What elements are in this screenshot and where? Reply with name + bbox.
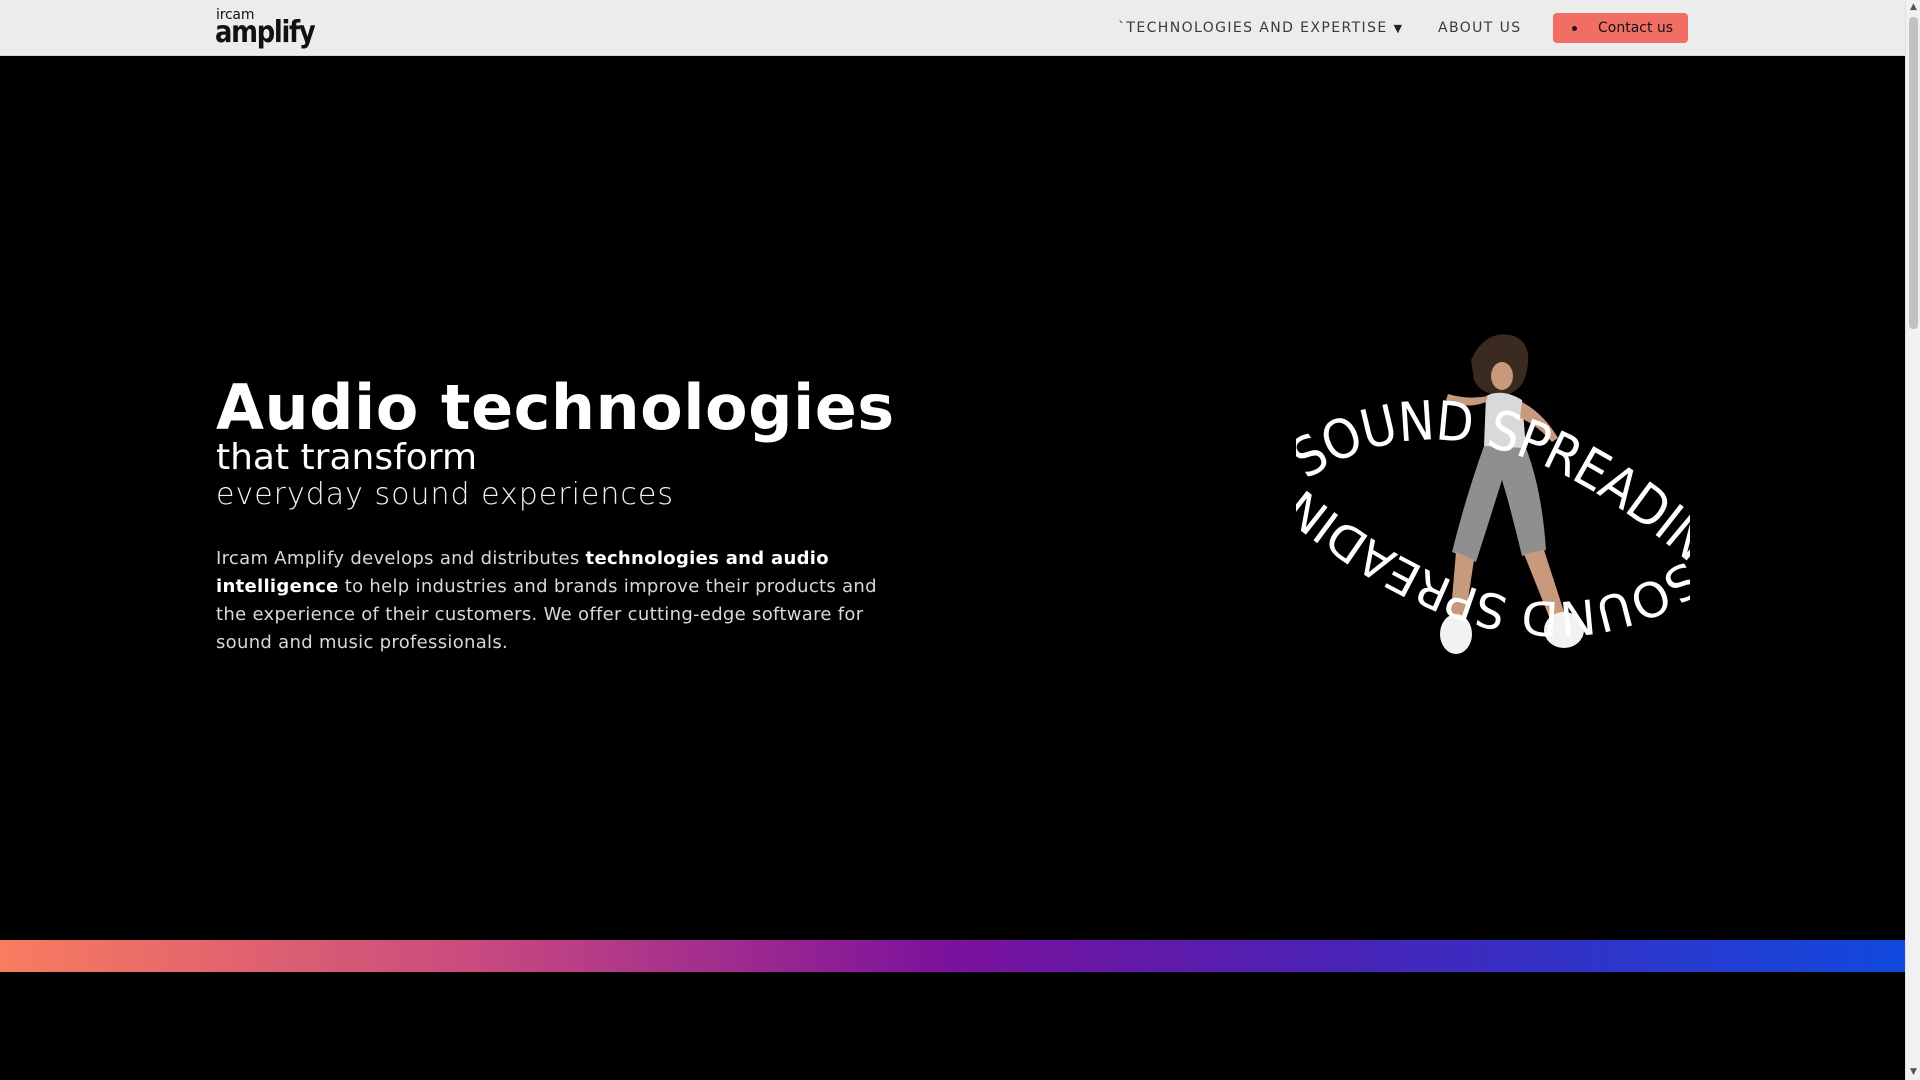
hero-title: Audio technologies (216, 371, 895, 444)
nav-about-us[interactable]: ABOUT US (1438, 0, 1522, 56)
site-header: ircam amplify `TECHNOLOGIES AND EXPERTIS… (0, 0, 1905, 56)
contact-us-label: Contact us (1598, 20, 1674, 36)
hero-desc-part1: Ircam Amplify develops and distributes (216, 548, 586, 569)
hero-description: Ircam Amplify develops and distributes t… (216, 545, 896, 657)
dot-icon (1572, 25, 1577, 31)
nav-technologies-expertise[interactable]: `TECHNOLOGIES AND EXPERTISE ▼ (1118, 0, 1402, 56)
caret-down-icon: ▼ (1393, 21, 1403, 35)
sound-spreading-illustration: SOUND SPREADING SOUND SPREADING (1296, 330, 1690, 654)
hero-subtitle-1: that transform (216, 437, 478, 478)
page: ircam amplify `TECHNOLOGIES AND EXPERTIS… (0, 0, 1905, 1080)
gradient-divider (0, 940, 1905, 972)
scroll-down-arrow-icon[interactable]: ▼ (1906, 1065, 1920, 1080)
hero-subtitle-2: everyday sound experiences (216, 477, 674, 512)
ircam-amplify-logo[interactable]: ircam amplify (215, 8, 316, 50)
nav-about-label: ABOUT US (1438, 20, 1522, 36)
nav-technologies-label: `TECHNOLOGIES AND EXPERTISE (1118, 20, 1388, 36)
contact-us-button[interactable]: Contact us (1553, 13, 1688, 43)
scrollbar-thumb[interactable] (1909, 17, 1918, 329)
page-scrollbar[interactable]: ▲ ▼ (1905, 0, 1920, 1080)
scroll-up-arrow-icon[interactable]: ▲ (1906, 0, 1920, 15)
logo-text-big: amplify (215, 15, 316, 50)
